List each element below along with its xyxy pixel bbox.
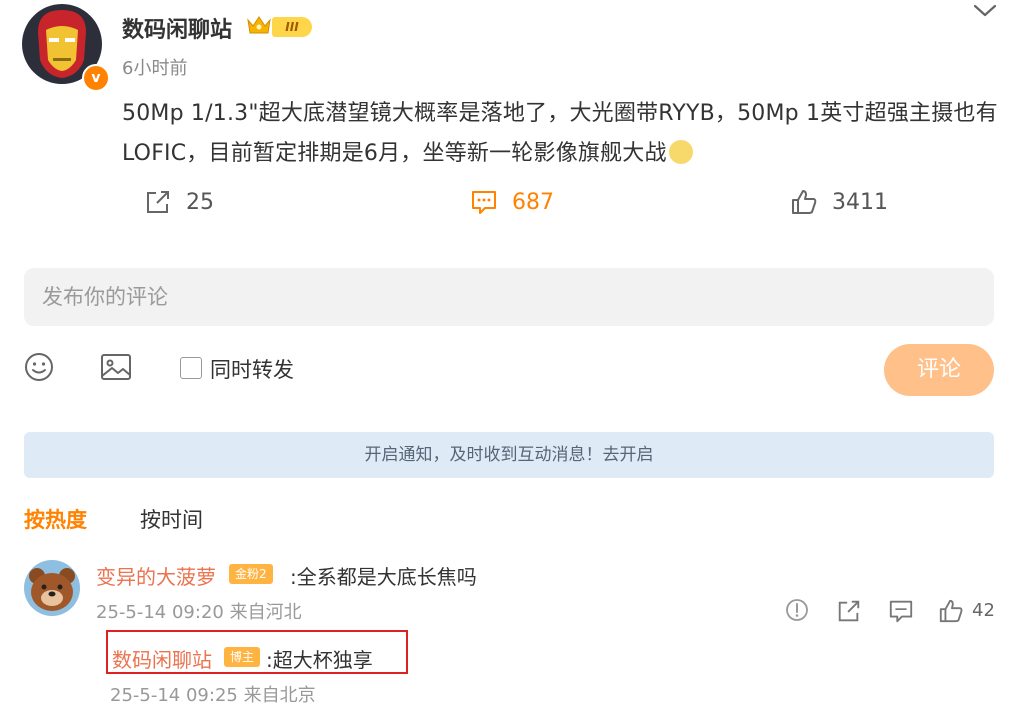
author-name[interactable]: 数码闲聊站 — [122, 12, 232, 44]
forward-checkbox[interactable] — [180, 357, 202, 379]
crown-icon — [246, 14, 272, 40]
comment-text: :全系都是大底长焦吗 — [290, 565, 477, 589]
forward-label: 同时转发 — [210, 358, 294, 382]
reply-meta: 25-5-14 09:25 来自北京 — [110, 685, 316, 706]
repost-icon — [147, 191, 169, 213]
fan-badge: 金粉2 — [229, 564, 273, 584]
post-content: 50Mp 1/1.3"超大底潜望镜大概率是落地了，大光圈带RYYB，50Mp 1… — [122, 94, 1002, 174]
like-button[interactable]: 3411 — [790, 184, 888, 220]
verified-badge: v — [82, 64, 110, 92]
repost-button[interactable]: 25 — [144, 184, 214, 220]
smiley-icon[interactable] — [24, 352, 54, 386]
report-icon[interactable] — [785, 598, 809, 626]
thumbs-up-icon — [792, 190, 817, 214]
like-count: 3411 — [832, 189, 888, 215]
notification-banner[interactable]: 开启通知，及时收到互动消息！去开启 — [24, 432, 994, 478]
comment-meta: 25-5-14 09:20 来自河北 — [96, 602, 302, 623]
share-icon[interactable] — [836, 598, 862, 628]
tab-sort-hot[interactable]: 按热度 — [24, 504, 87, 534]
comment-button[interactable]: 687 — [470, 184, 554, 220]
reply-icon[interactable] — [888, 598, 914, 628]
reply-author-name[interactable]: 数码闲聊站 — [112, 644, 212, 673]
comment-icon — [472, 191, 496, 214]
author-badge: 博主 — [224, 647, 261, 667]
comment-count: 687 — [512, 189, 554, 215]
commenter-name[interactable]: 变异的大菠萝 — [96, 561, 216, 590]
image-icon[interactable] — [100, 352, 132, 386]
emoji-icon — [668, 140, 693, 164]
chevron-down-icon[interactable] — [972, 0, 998, 24]
post-time: 6小时前 — [122, 58, 188, 79]
reply-text: :超大杯独享 — [266, 648, 373, 672]
comment-input-box[interactable] — [24, 268, 994, 326]
commenter-avatar[interactable] — [24, 560, 80, 616]
post-text: 50Mp 1/1.3"超大底潜望镜大概率是落地了，大光圈带RYYB，50Mp 1… — [122, 101, 998, 166]
tab-sort-time[interactable]: 按时间 — [140, 504, 203, 534]
repost-count: 25 — [186, 189, 214, 215]
comment-input[interactable] — [24, 268, 994, 326]
comment-like-count: 42 — [972, 600, 995, 621]
comment-like-button[interactable] — [938, 598, 964, 628]
bear-avatar — [24, 560, 80, 616]
submit-comment-button[interactable]: 评论 — [884, 344, 994, 396]
level-badge: III — [272, 17, 312, 37]
thumbs-up-icon — [939, 599, 963, 623]
